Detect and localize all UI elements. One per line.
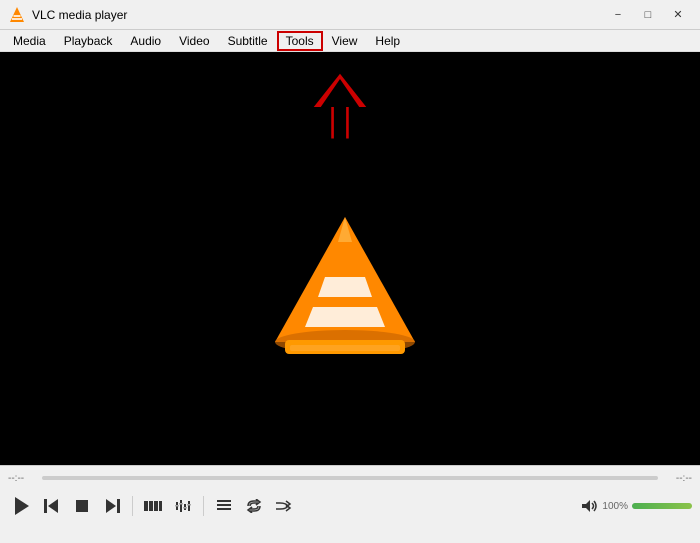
random-button[interactable] <box>270 492 298 520</box>
playlist-button[interactable] <box>210 492 238 520</box>
close-button[interactable]: ✕ <box>664 5 692 25</box>
vlc-logo <box>270 212 420 362</box>
volume-bar[interactable] <box>632 503 692 509</box>
play-button[interactable] <box>8 492 36 520</box>
menu-item-video[interactable]: Video <box>170 31 218 51</box>
loop-icon <box>246 499 262 513</box>
progress-track[interactable] <box>42 476 658 480</box>
menu-item-media[interactable]: Media <box>4 31 55 51</box>
minimize-button[interactable]: − <box>604 5 632 25</box>
stop-icon <box>76 500 88 512</box>
separator-1 <box>132 496 133 516</box>
maximize-button[interactable]: □ <box>634 5 662 25</box>
progress-bar-container: --:-- --:-- <box>0 466 700 488</box>
equalizer-button[interactable] <box>169 492 197 520</box>
skip-forward-icon <box>104 499 120 513</box>
arrow-annotation <box>310 72 370 142</box>
controls-area: --:-- --:-- <box>0 465 700 543</box>
skip-back-icon <box>44 499 60 513</box>
menu-item-subtitle[interactable]: Subtitle <box>219 31 277 51</box>
play-icon <box>15 497 29 515</box>
next-button[interactable] <box>98 492 126 520</box>
menubar: Media Playback Audio Video Subtitle Tool… <box>0 30 700 52</box>
controls-row: 100% <box>0 488 700 524</box>
time-elapsed: --:-- <box>8 473 38 484</box>
volume-icon <box>582 499 598 513</box>
playlist-icon <box>217 500 231 512</box>
separator-2 <box>203 496 204 516</box>
menu-item-view[interactable]: View <box>323 31 367 51</box>
video-area[interactable] <box>0 52 700 465</box>
frame-icon <box>144 499 162 513</box>
titlebar: VLC media player − □ ✕ <box>0 0 700 30</box>
equalizer-icon <box>175 499 191 513</box>
random-icon <box>276 499 292 513</box>
volume-percent: 100% <box>602 501 628 512</box>
previous-button[interactable] <box>38 492 66 520</box>
vlc-app-icon <box>8 6 26 24</box>
menu-item-playback[interactable]: Playback <box>55 31 122 51</box>
time-remaining: --:-- <box>662 473 692 484</box>
menu-item-tools[interactable]: Tools <box>277 31 323 51</box>
loop-button[interactable] <box>240 492 268 520</box>
volume-fill <box>632 503 692 509</box>
volume-area: 100% <box>582 499 692 513</box>
menu-item-help[interactable]: Help <box>366 31 409 51</box>
frame-button[interactable] <box>139 492 167 520</box>
menu-item-audio[interactable]: Audio <box>121 31 170 51</box>
app-title: VLC media player <box>32 8 604 22</box>
stop-button[interactable] <box>68 492 96 520</box>
window-controls: − □ ✕ <box>604 5 692 25</box>
